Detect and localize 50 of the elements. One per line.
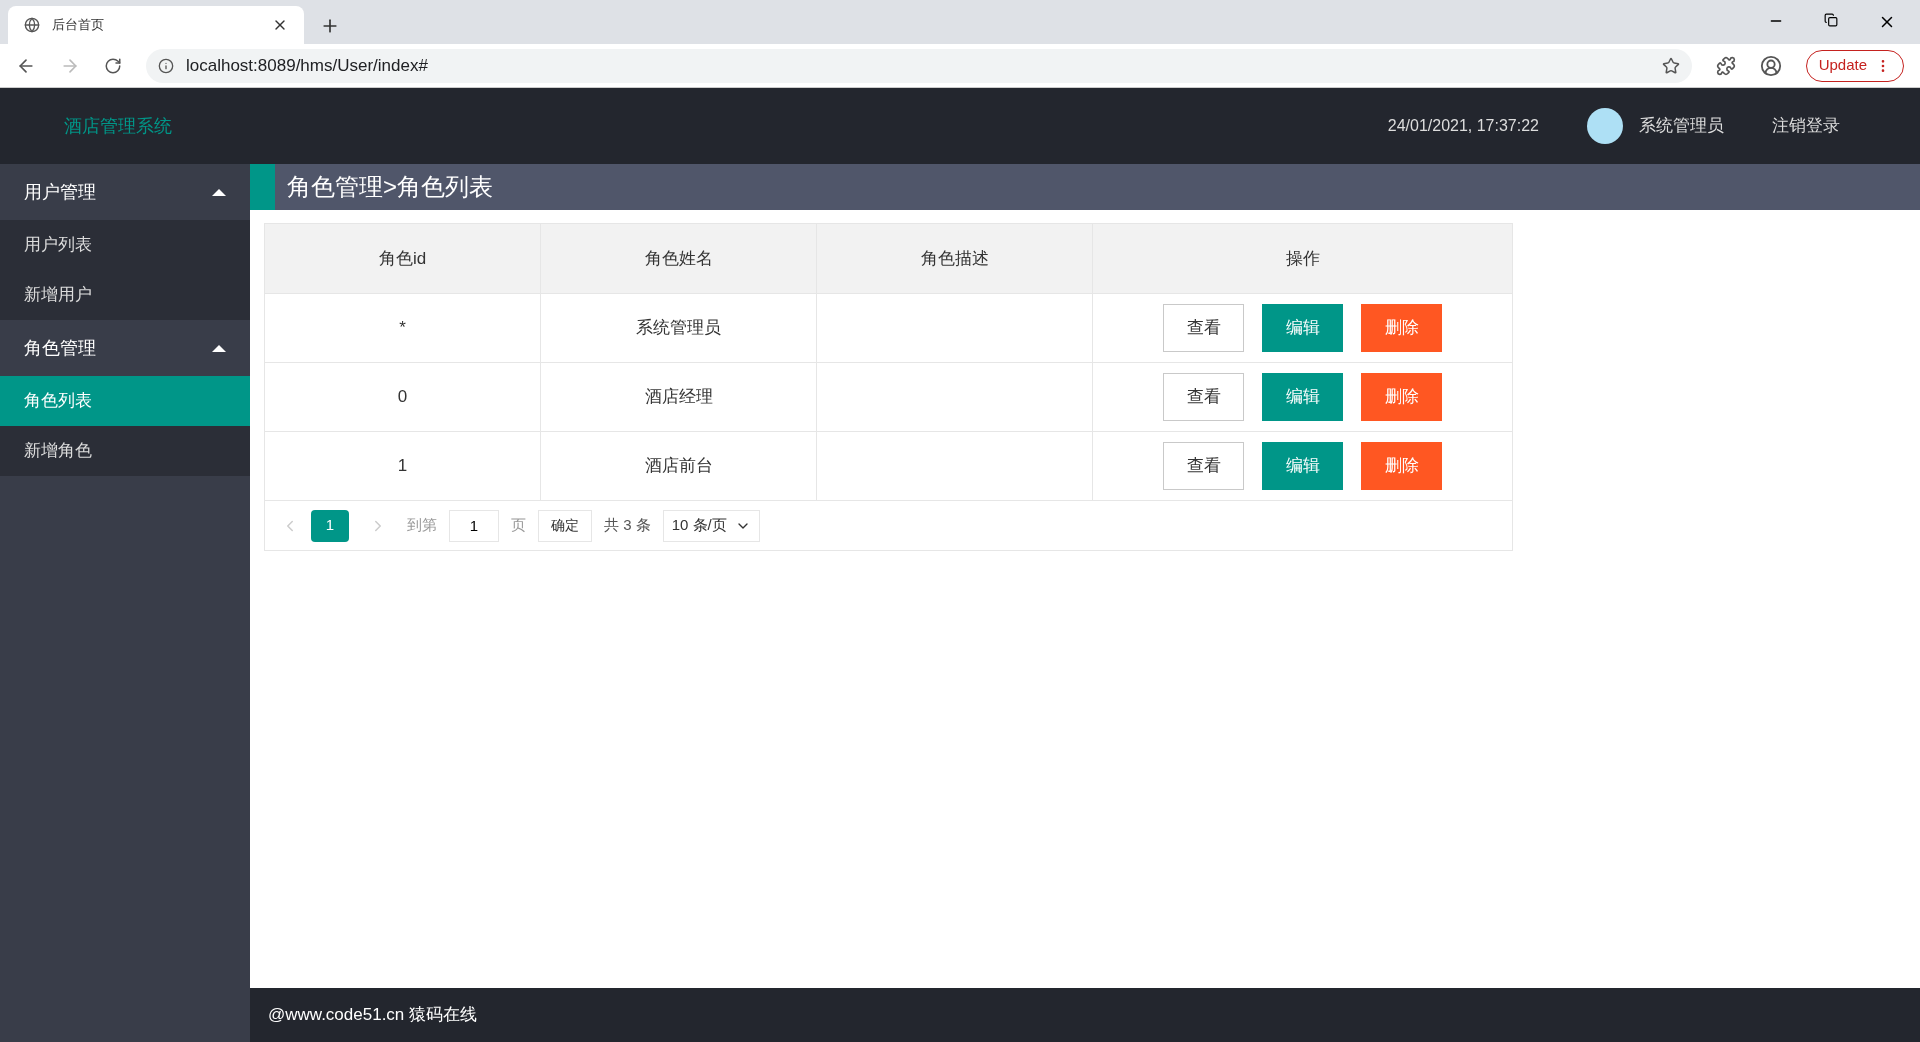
- app-title: 酒店管理系统: [64, 114, 173, 138]
- star-icon[interactable]: [1661, 56, 1680, 75]
- reload-icon[interactable]: [104, 56, 122, 75]
- accent-bar: [250, 164, 275, 210]
- sidebar-item[interactable]: 用户列表: [0, 220, 250, 270]
- username-link[interactable]: 系统管理员: [1639, 113, 1724, 139]
- account-icon[interactable]: [1759, 54, 1782, 77]
- footer-text: @www.code51.cn 猿码在线: [268, 1004, 478, 1027]
- logout-link[interactable]: 注销登录: [1772, 113, 1840, 139]
- puzzle-icon[interactable]: [1715, 55, 1736, 76]
- page-unit: 页: [511, 515, 526, 536]
- edit-button[interactable]: 编辑: [1262, 442, 1343, 490]
- total-count: 共 3 条: [604, 515, 651, 536]
- table-cell-text: *: [399, 317, 406, 340]
- edit-button[interactable]: 编辑: [1262, 304, 1343, 352]
- page-input[interactable]: 1: [449, 509, 499, 542]
- caret-icon: [212, 188, 226, 196]
- table-cell-text: 系统管理员: [636, 317, 721, 340]
- tab-title: 后台首页: [52, 16, 105, 35]
- table-cell-text: 1: [397, 455, 408, 478]
- column-header: 角色描述: [817, 224, 1093, 293]
- url-text: localhost:8089/hms/User/index#: [186, 54, 429, 77]
- sidebar-item[interactable]: 角色列表: [0, 376, 250, 426]
- goto-label: 到第: [407, 515, 437, 536]
- sidebar-group-header[interactable]: 用户管理: [0, 164, 250, 220]
- caret-icon: [212, 344, 226, 352]
- sidebar-item[interactable]: 新增用户: [0, 270, 250, 320]
- view-button[interactable]: 查看: [1163, 442, 1244, 490]
- restore-icon[interactable]: [1824, 13, 1838, 27]
- browser-tab[interactable]: 后台首页: [8, 6, 304, 44]
- view-button[interactable]: 查看: [1163, 304, 1244, 352]
- datetime-text: 24/01/2021, 17:37:22: [1387, 116, 1539, 136]
- table-cell-text: 酒店前台: [644, 455, 713, 478]
- address-bar[interactable]: localhost:8089/hms/User/index#: [146, 48, 1692, 83]
- page-size-select[interactable]: 10 条/页: [662, 509, 760, 542]
- sidebar-item[interactable]: 新增角色: [0, 426, 250, 476]
- sidebar-group-header[interactable]: 角色管理: [0, 320, 250, 376]
- info-icon: [158, 57, 174, 74]
- breadcrumb-text: 角色管理>角色列表: [287, 172, 493, 202]
- avatar: [1587, 108, 1623, 144]
- confirm-button[interactable]: 确定: [538, 509, 592, 542]
- table-cell-text: 0: [397, 386, 408, 409]
- column-header: 操作: [1284, 247, 1321, 270]
- globe-icon: [24, 17, 40, 33]
- page-button[interactable]: 1: [311, 509, 349, 542]
- edit-button[interactable]: 编辑: [1262, 373, 1343, 421]
- table-cell-text: 酒店经理: [644, 386, 713, 409]
- column-header: 角色姓名: [541, 224, 817, 293]
- view-button[interactable]: 查看: [1163, 373, 1244, 421]
- column-header: 角色id: [265, 224, 541, 293]
